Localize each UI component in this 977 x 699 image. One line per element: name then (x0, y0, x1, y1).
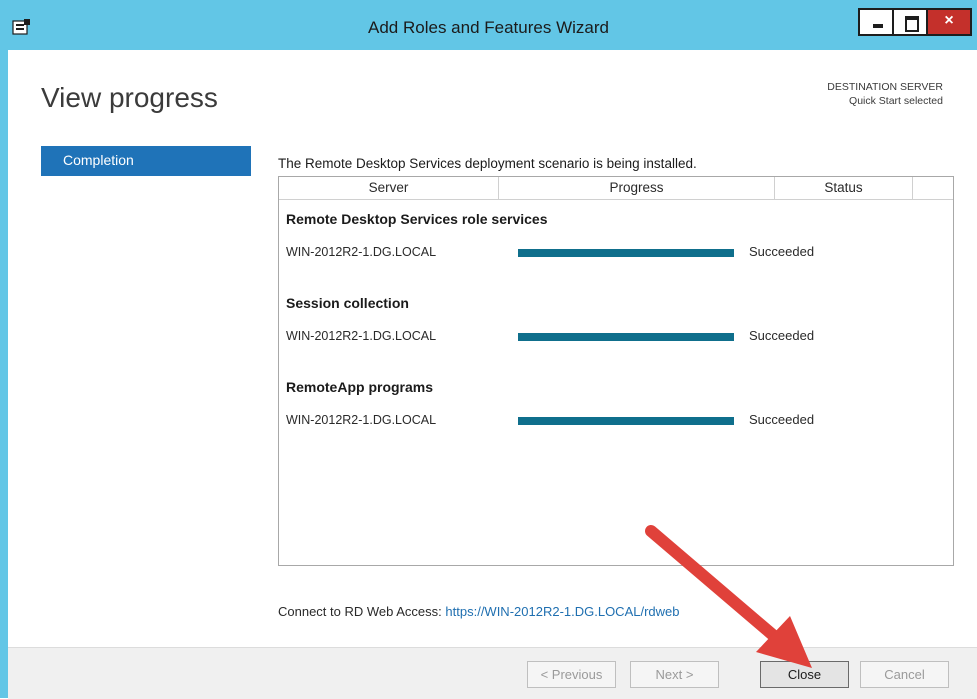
previous-button[interactable]: < Previous (527, 661, 616, 688)
column-header-extra[interactable] (913, 177, 953, 199)
row-status: Succeeded (749, 328, 815, 343)
close-window-button[interactable]: × (928, 8, 972, 36)
wizard-body: View progress DESTINATION SERVER Quick S… (8, 50, 977, 699)
group-title: Session collection (286, 295, 409, 311)
table-header: Server Progress Status (279, 177, 953, 200)
destination-server: DESTINATION SERVER Quick Start selected (827, 80, 943, 108)
progress-bar-fill (518, 249, 734, 257)
group-title: Remote Desktop Services role services (286, 211, 548, 227)
destination-label: DESTINATION SERVER (827, 81, 943, 93)
progress-bar (518, 417, 734, 425)
close-button[interactable]: Close (760, 661, 849, 688)
nav-item-completion[interactable]: Completion (41, 146, 251, 176)
row-status: Succeeded (749, 412, 815, 427)
cancel-button[interactable]: Cancel (860, 661, 949, 688)
row-server: WIN-2012R2-1.DG.LOCAL (286, 413, 437, 427)
column-header-status[interactable]: Status (775, 177, 913, 199)
intro-text: The Remote Desktop Services deployment s… (278, 156, 697, 171)
destination-value: Quick Start selected (849, 95, 943, 107)
window-title: Add Roles and Features Wizard (368, 18, 609, 37)
group-title: RemoteApp programs (286, 379, 434, 395)
rd-web-access: Connect to RD Web Access: https://WIN-20… (278, 604, 680, 619)
rd-web-access-label: Connect to RD Web Access: (278, 604, 442, 619)
wizard-window: Add Roles and Features Wizard × View pro… (0, 0, 977, 699)
progress-bar-fill (518, 417, 734, 425)
title-bar[interactable]: Add Roles and Features Wizard × (0, 0, 977, 50)
progress-bar (518, 333, 734, 341)
close-icon: × (944, 12, 954, 29)
minimize-button[interactable] (858, 8, 894, 36)
progress-bar-fill (518, 333, 734, 341)
column-header-progress[interactable]: Progress (499, 177, 775, 199)
column-header-server[interactable]: Server (279, 177, 499, 199)
row-server: WIN-2012R2-1.DG.LOCAL (286, 329, 437, 343)
progress-bar (518, 249, 734, 257)
page-title: View progress (41, 82, 218, 113)
maximize-button[interactable] (894, 8, 928, 36)
row-server: WIN-2012R2-1.DG.LOCAL (286, 245, 437, 259)
button-bar: < Previous Next > Close Cancel (8, 647, 977, 699)
nav-item-label: Completion (63, 152, 134, 168)
next-button[interactable]: Next > (630, 661, 719, 688)
progress-table: Server Progress Status Remote Desktop Se… (278, 176, 954, 566)
rd-web-access-link[interactable]: https://WIN-2012R2-1.DG.LOCAL/rdweb (445, 604, 679, 619)
row-status: Succeeded (749, 244, 815, 259)
